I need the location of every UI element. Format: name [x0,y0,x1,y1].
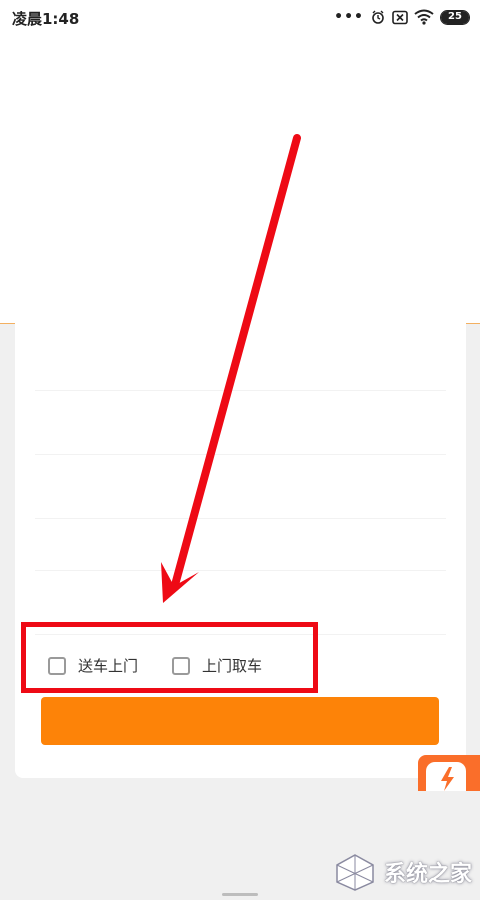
service-options: 送车上门 上门取车 [48,652,262,680]
card-divider [35,570,446,571]
status-icons: ••• 25 [334,7,470,27]
status-time: 凌晨1:48 [12,10,80,28]
watermark: 系统之家 [332,852,472,892]
card-divider [35,390,446,391]
home-indicator [222,893,258,896]
more-dots-icon: ••• [334,9,364,25]
lightning-icon [426,762,466,791]
alarm-icon [372,10,384,24]
pickup-car-checkbox[interactable] [172,657,191,675]
battery-icon: 25 [440,9,470,25]
sim-off-icon [392,10,408,24]
wifi-icon [414,9,434,25]
card-divider [35,518,446,519]
float-button[interactable] [418,755,480,791]
pickup-car-label: 上门取车 [202,657,263,675]
watermark-logo [336,854,374,891]
deliver-car-label: 送车上门 [78,657,139,675]
header-area [0,34,480,324]
watermark-brand: 系统之家 [383,862,472,887]
card-divider [35,634,446,635]
status-bar: 凌晨1:48 ••• 25 [0,0,480,34]
submit-button[interactable] [41,697,439,745]
card-divider [35,454,446,455]
battery-level: 25 [448,11,462,22]
deliver-car-checkbox[interactable] [48,657,66,675]
option-deliver-car[interactable]: 送车上门 [48,656,138,676]
option-pickup-car[interactable]: 上门取车 [172,656,262,676]
